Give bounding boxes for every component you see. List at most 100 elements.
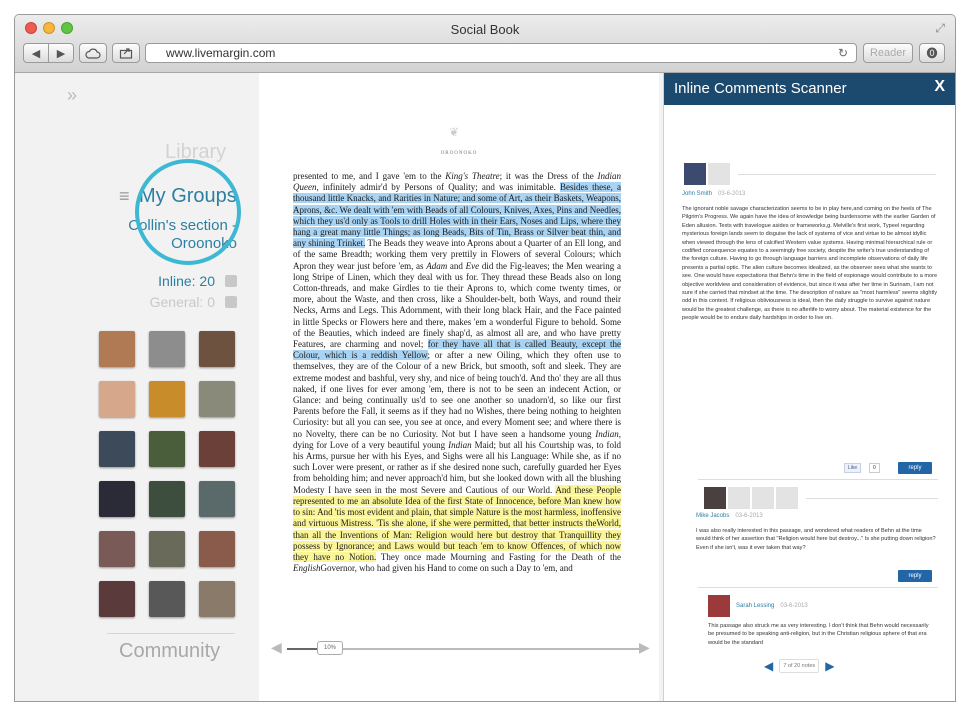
member-avatar[interactable]	[149, 581, 185, 617]
avatar[interactable]	[776, 487, 798, 509]
next-note-icon[interactable]: ▶	[825, 659, 834, 673]
progress-left-icon[interactable]: ◀	[271, 639, 282, 656]
avatar[interactable]	[704, 487, 726, 509]
text-italic: Indian	[595, 428, 619, 439]
panel-title: Inline Comments Scanner	[674, 80, 847, 97]
text-italic: Eve	[465, 260, 480, 271]
inline-count-label: Inline: 20	[158, 273, 215, 289]
text-span: did the Fig-leaves; the Men wearing a lo…	[293, 260, 621, 350]
back-arrow-icon: ◀	[31, 47, 41, 60]
member-avatar[interactable]	[149, 531, 185, 567]
group-members-grid	[99, 331, 239, 617]
member-avatar[interactable]	[99, 581, 135, 617]
inline-toggle-box[interactable]	[225, 275, 237, 287]
previous-note-icon[interactable]: ◀	[764, 659, 773, 673]
member-avatar[interactable]	[99, 431, 135, 467]
downloads-button[interactable]: ⓿	[919, 43, 945, 63]
member-avatar[interactable]	[199, 531, 235, 567]
avatar[interactable]	[708, 163, 730, 185]
sidebar-divider	[107, 633, 235, 634]
page-ornament-icon: ❦	[449, 125, 460, 139]
window-title: Social Book	[450, 22, 520, 37]
book-page: ❦ OROONOKO presented to me, and I gave '…	[259, 73, 659, 701]
general-count-label: General: 0	[149, 294, 215, 310]
fullscreen-icon[interactable]: ⤢	[935, 21, 945, 36]
nav-community[interactable]: Community	[119, 640, 220, 663]
reply-button[interactable]: reply	[898, 570, 932, 582]
member-avatar[interactable]	[199, 431, 235, 467]
member-avatar[interactable]	[199, 481, 235, 517]
commenter-avatars	[704, 487, 938, 509]
progress-right-icon[interactable]: ▶	[639, 639, 650, 656]
avatar[interactable]	[708, 595, 730, 617]
highlight-yellow[interactable]: And these People represented to me an ab…	[293, 484, 621, 562]
member-avatar[interactable]	[99, 381, 135, 417]
comment-date: 03-6-2013	[718, 191, 746, 197]
member-avatar[interactable]	[199, 331, 235, 367]
general-toggle-box[interactable]	[225, 296, 237, 308]
icloud-tabs-button[interactable]	[79, 43, 107, 63]
comment-meta: Sarah Lessing 03-6-2013	[736, 603, 808, 609]
reload-icon[interactable]: ↻	[838, 44, 848, 62]
member-avatar[interactable]	[99, 331, 135, 367]
avatar[interactable]	[752, 487, 774, 509]
share-button[interactable]	[112, 43, 140, 63]
text-italic: King's Theatre	[445, 171, 500, 181]
like-button[interactable]: Like	[844, 463, 862, 473]
browser-window: Social Book ⤢ ◀ ▶ www.livemargin.com ↻ R…	[14, 14, 956, 702]
member-avatar[interactable]	[149, 431, 185, 467]
reader-button[interactable]: Reader	[863, 43, 913, 63]
inline-comments-count[interactable]: Inline: 20	[158, 273, 237, 289]
comment-text: This passage also struck me as very inte…	[708, 623, 929, 646]
expand-sidebar-icon[interactable]: »	[67, 85, 77, 106]
text-italic: English	[293, 563, 321, 574]
text-span: ; it was the Dress of the	[499, 171, 598, 181]
close-icon[interactable]: X	[934, 78, 945, 96]
inline-comments-panel: Inline Comments Scanner X John Smith 03-6…	[663, 73, 955, 701]
highlight-ring	[135, 159, 241, 265]
downloads-icon: ⓿	[926, 48, 938, 60]
member-avatar[interactable]	[149, 381, 185, 417]
text-span: and	[447, 260, 466, 271]
notes-pager: ◀ 7 of 20 notes ▶	[764, 659, 834, 673]
url-text: www.livemargin.com	[166, 46, 276, 60]
comment-meta: John Smith 03-6-2013	[682, 191, 745, 197]
text-italic: Indian	[448, 439, 472, 450]
member-avatar[interactable]	[199, 581, 235, 617]
avatar[interactable]	[684, 163, 706, 185]
comment-author[interactable]: John Smith	[682, 191, 712, 197]
back-button[interactable]: ◀	[23, 43, 49, 63]
address-bar[interactable]: www.livemargin.com ↻	[145, 43, 857, 63]
text-span: They once made Mourning and Fasting for …	[376, 551, 621, 562]
avatar[interactable]	[728, 487, 750, 509]
text-span: ; or after a new Oiling, which they ofte…	[293, 350, 621, 439]
share-icon	[119, 48, 133, 59]
like-count: 0	[869, 463, 880, 473]
text-span: Governor, who had given his Hand to come…	[320, 563, 573, 574]
member-avatar[interactable]	[199, 381, 235, 417]
commenter-avatars	[684, 163, 936, 185]
book-text[interactable]: presented to me, and I gave 'em to the K…	[293, 171, 621, 621]
text-italic: Adam	[426, 260, 448, 271]
general-comments-count[interactable]: General: 0	[150, 294, 237, 310]
browser-titlebar: Social Book ⤢ ◀ ▶ www.livemargin.com ↻ R…	[15, 15, 955, 73]
reply-button[interactable]: reply	[898, 462, 932, 474]
comment-text: I was also really interested in this pas…	[696, 528, 936, 551]
reply-divider	[698, 479, 938, 480]
member-avatar[interactable]	[99, 531, 135, 567]
comment-author[interactable]: Sarah Lessing	[736, 603, 774, 609]
member-avatar[interactable]	[149, 481, 185, 517]
cloud-icon	[85, 48, 101, 59]
text-span: presented to me, and I gave 'em to the	[293, 171, 446, 181]
reply-divider	[698, 587, 938, 588]
panel-header: Inline Comments Scanner X	[664, 73, 955, 105]
strip-divider	[806, 497, 938, 499]
member-avatar[interactable]	[99, 481, 135, 517]
menu-lines-icon: ≡	[119, 186, 130, 206]
member-avatar[interactable]	[149, 331, 185, 367]
forward-button[interactable]: ▶	[48, 43, 74, 63]
reading-progress-thumb[interactable]: 10%	[317, 641, 343, 655]
text-span: , infinitely admir'd by Persons of Quali…	[316, 182, 560, 193]
comment-author[interactable]: Mike Jacobs	[696, 513, 729, 519]
strip-divider	[738, 173, 936, 175]
